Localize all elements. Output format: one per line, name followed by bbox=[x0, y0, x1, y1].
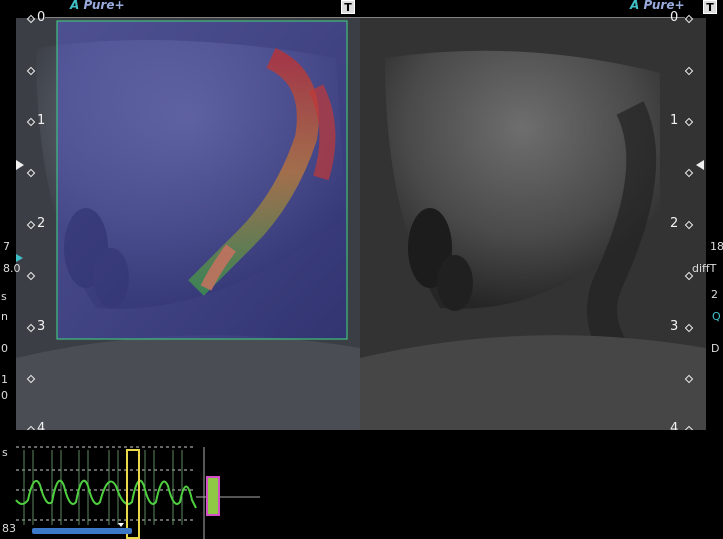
ultrasound-left-image bbox=[16, 18, 360, 430]
cyan-marker-icon bbox=[16, 254, 23, 262]
depth-label-left-1: 1 bbox=[37, 113, 46, 128]
strain-waveform-line bbox=[15, 479, 197, 509]
brand-left: A Pure+ bbox=[70, 0, 125, 12]
left-value-5: 0 bbox=[1, 342, 8, 355]
depth-label-left-0: 0 bbox=[37, 10, 46, 25]
depth-label-left-3: 3 bbox=[37, 319, 46, 334]
depth-label-right-3: 3 bbox=[670, 319, 679, 334]
depth-label-right-2: 2 bbox=[670, 216, 679, 231]
left-value-1: 7 bbox=[3, 240, 10, 253]
strain-level-indicator bbox=[206, 476, 220, 516]
left-value-6: 1 bbox=[1, 373, 8, 386]
strain-waveform-panel: s 83 bbox=[0, 430, 723, 539]
ultrasound-right-image bbox=[360, 18, 706, 430]
right-value-1: 18 bbox=[710, 240, 723, 253]
t-marker-right[interactable]: T bbox=[703, 0, 717, 14]
left-value-4: n bbox=[1, 310, 8, 323]
left-value-3: s bbox=[1, 290, 7, 303]
playhead-arrow-icon bbox=[118, 523, 124, 527]
left-value-7: 0 bbox=[1, 389, 8, 402]
cine-progress-bar bbox=[32, 528, 132, 534]
depth-label-right-1: 1 bbox=[670, 113, 679, 128]
focus-marker-left-icon[interactable] bbox=[16, 160, 24, 170]
t-marker-left[interactable]: T bbox=[341, 0, 355, 14]
depth-label-left-2: 2 bbox=[37, 216, 46, 231]
right-value-2: diffT bbox=[692, 262, 717, 275]
focus-marker-right-icon[interactable] bbox=[696, 160, 704, 170]
right-value-5: D bbox=[711, 342, 720, 355]
right-value-3: 2 bbox=[711, 288, 718, 301]
waveform-svg bbox=[15, 446, 260, 539]
depth-label-right-0: 0 bbox=[670, 10, 679, 25]
right-value-4: Q bbox=[712, 310, 721, 323]
left-value-2: 8.0 bbox=[3, 262, 21, 275]
ultrasound-left-pane bbox=[16, 18, 360, 430]
ultrasound-right-pane bbox=[360, 18, 706, 430]
